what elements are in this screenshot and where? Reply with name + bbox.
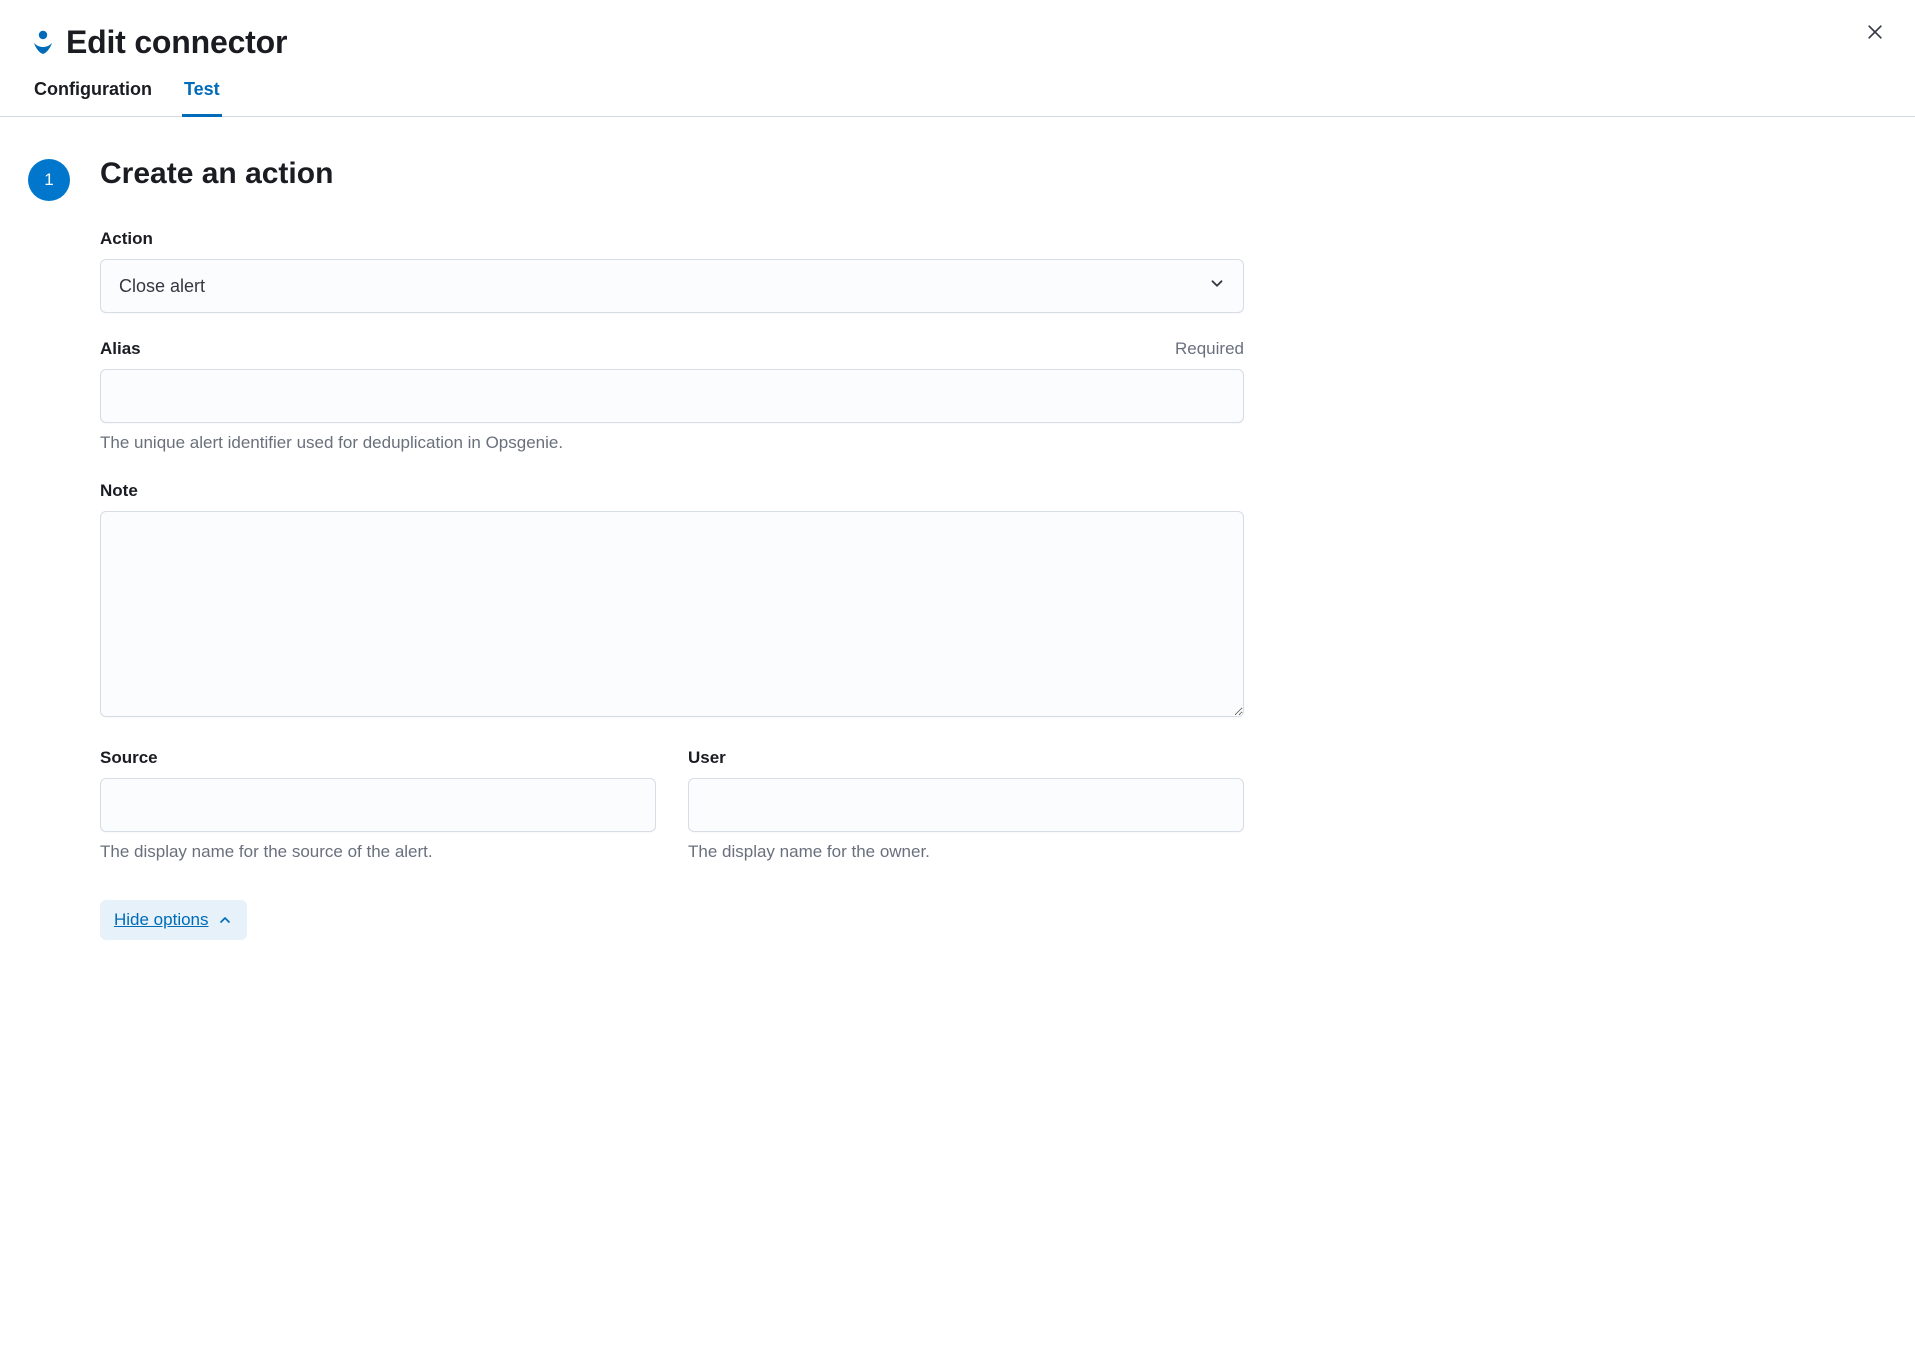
tab-test[interactable]: Test bbox=[182, 79, 222, 117]
step-body: Create an action Action Alias Required bbox=[100, 157, 1244, 940]
content: 1 Create an action Action Alias Required bbox=[0, 117, 1280, 980]
action-select[interactable] bbox=[100, 259, 1244, 313]
step-heading: Create an action bbox=[100, 157, 1244, 191]
connector-icon bbox=[32, 30, 54, 56]
action-group: Action bbox=[100, 229, 1244, 313]
action-label: Action bbox=[100, 229, 153, 249]
step-number-badge: 1 bbox=[28, 159, 70, 201]
user-input[interactable] bbox=[688, 778, 1244, 832]
source-user-row: Source The display name for the source o… bbox=[100, 748, 1244, 890]
source-label: Source bbox=[100, 748, 158, 768]
user-help: The display name for the owner. bbox=[688, 840, 1244, 864]
tab-configuration[interactable]: Configuration bbox=[32, 79, 154, 117]
hide-options-button[interactable]: Hide options bbox=[100, 900, 247, 940]
alias-label: Alias bbox=[100, 339, 141, 359]
alias-help: The unique alert identifier used for ded… bbox=[100, 431, 1244, 455]
source-input[interactable] bbox=[100, 778, 656, 832]
source-help: The display name for the source of the a… bbox=[100, 840, 656, 864]
note-textarea[interactable] bbox=[100, 511, 1244, 717]
note-group: Note bbox=[100, 481, 1244, 722]
alias-input[interactable] bbox=[100, 369, 1244, 423]
tabs: Configuration Test bbox=[0, 79, 1915, 117]
alias-group: Alias Required The unique alert identifi… bbox=[100, 339, 1244, 455]
flyout-header: Edit connector bbox=[0, 0, 1915, 61]
title-row: Edit connector bbox=[32, 24, 1883, 61]
chevron-up-icon bbox=[217, 912, 233, 928]
note-label: Note bbox=[100, 481, 138, 501]
hide-options-label: Hide options bbox=[114, 910, 209, 930]
action-select-wrap bbox=[100, 259, 1244, 313]
user-group: User The display name for the owner. bbox=[688, 748, 1244, 864]
page-title: Edit connector bbox=[66, 24, 287, 61]
close-icon bbox=[1865, 22, 1885, 42]
source-group: Source The display name for the source o… bbox=[100, 748, 656, 864]
alias-required: Required bbox=[1175, 339, 1244, 359]
user-label: User bbox=[688, 748, 726, 768]
step-row: 1 Create an action Action Alias Required bbox=[28, 157, 1244, 940]
close-button[interactable] bbox=[1859, 16, 1891, 48]
